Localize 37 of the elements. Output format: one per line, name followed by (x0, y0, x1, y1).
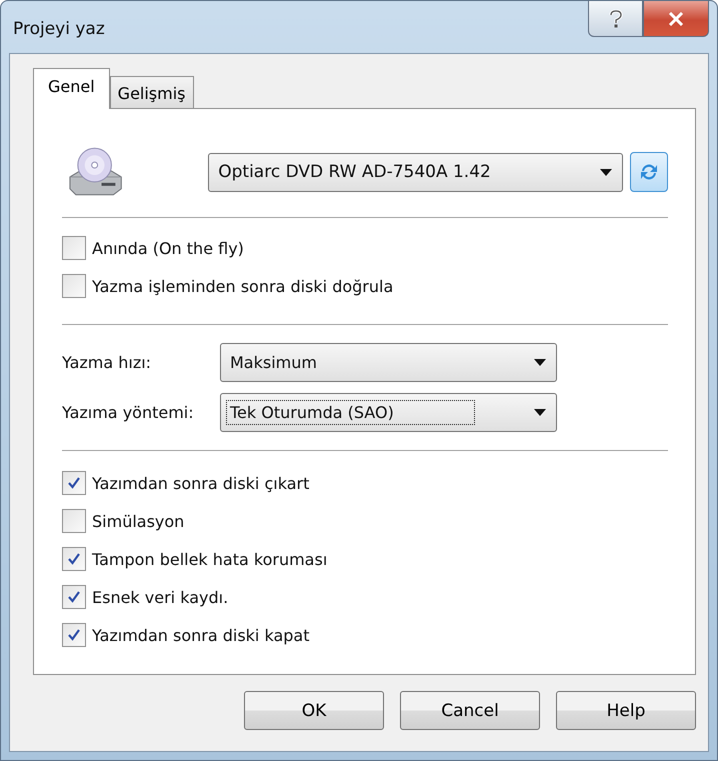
checkbox-label[interactable]: Yazma işleminden sonra diski doğrula (92, 276, 394, 296)
field-label: Yazıma yöntemi: (62, 403, 195, 422)
dropdown-arrow-icon (534, 359, 546, 366)
checkmark-icon (67, 476, 81, 490)
dialog-button[interactable]: OK (244, 691, 384, 730)
dropdown-arrow-icon (534, 409, 546, 416)
checkmark-icon (67, 628, 81, 642)
help-button[interactable] (588, 1, 643, 37)
checkbox[interactable] (62, 623, 86, 647)
checkbox-label[interactable]: Tampon bellek hata koruması (92, 550, 328, 568)
refresh-button[interactable] (630, 152, 668, 192)
checkbox[interactable] (62, 471, 86, 495)
checkmark-icon (67, 552, 81, 566)
checkbox-label[interactable]: Anında (On the fly) (92, 238, 244, 258)
checkbox-label[interactable]: Yazımdan sonra diski çıkart (92, 474, 310, 492)
checkbox[interactable] (62, 274, 86, 298)
checkbox-label[interactable]: Yazımdan sonra diski kapat (92, 626, 310, 644)
checkbox[interactable] (62, 509, 86, 533)
checkmark-icon (67, 590, 81, 604)
close-button[interactable] (643, 1, 709, 37)
dropdown[interactable]: Maksimum (220, 343, 557, 382)
window-title: Projeyi yaz (13, 19, 105, 39)
tab[interactable]: Genel (33, 68, 110, 109)
dropdown-arrow-icon (600, 168, 612, 176)
checkbox-label[interactable]: Simülasyon (92, 512, 184, 530)
checkbox[interactable] (62, 547, 86, 571)
dialog-button[interactable]: Cancel (400, 691, 540, 730)
question-mark-icon (608, 10, 622, 28)
close-icon (668, 12, 684, 26)
tab[interactable]: Gelişmiş (110, 76, 194, 109)
checkbox[interactable] (62, 236, 86, 260)
dropdown[interactable]: Tek Oturumda (SAO) (220, 393, 557, 432)
drive-dropdown[interactable]: Optiarc DVD RW AD-7540A 1.42 (208, 152, 624, 192)
dialog-button[interactable]: Help (556, 691, 696, 730)
checkbox[interactable] (62, 585, 86, 609)
field-label: Yazma hızı: (62, 353, 152, 372)
checkbox-label[interactable]: Esnek veri kaydı. (92, 588, 228, 606)
